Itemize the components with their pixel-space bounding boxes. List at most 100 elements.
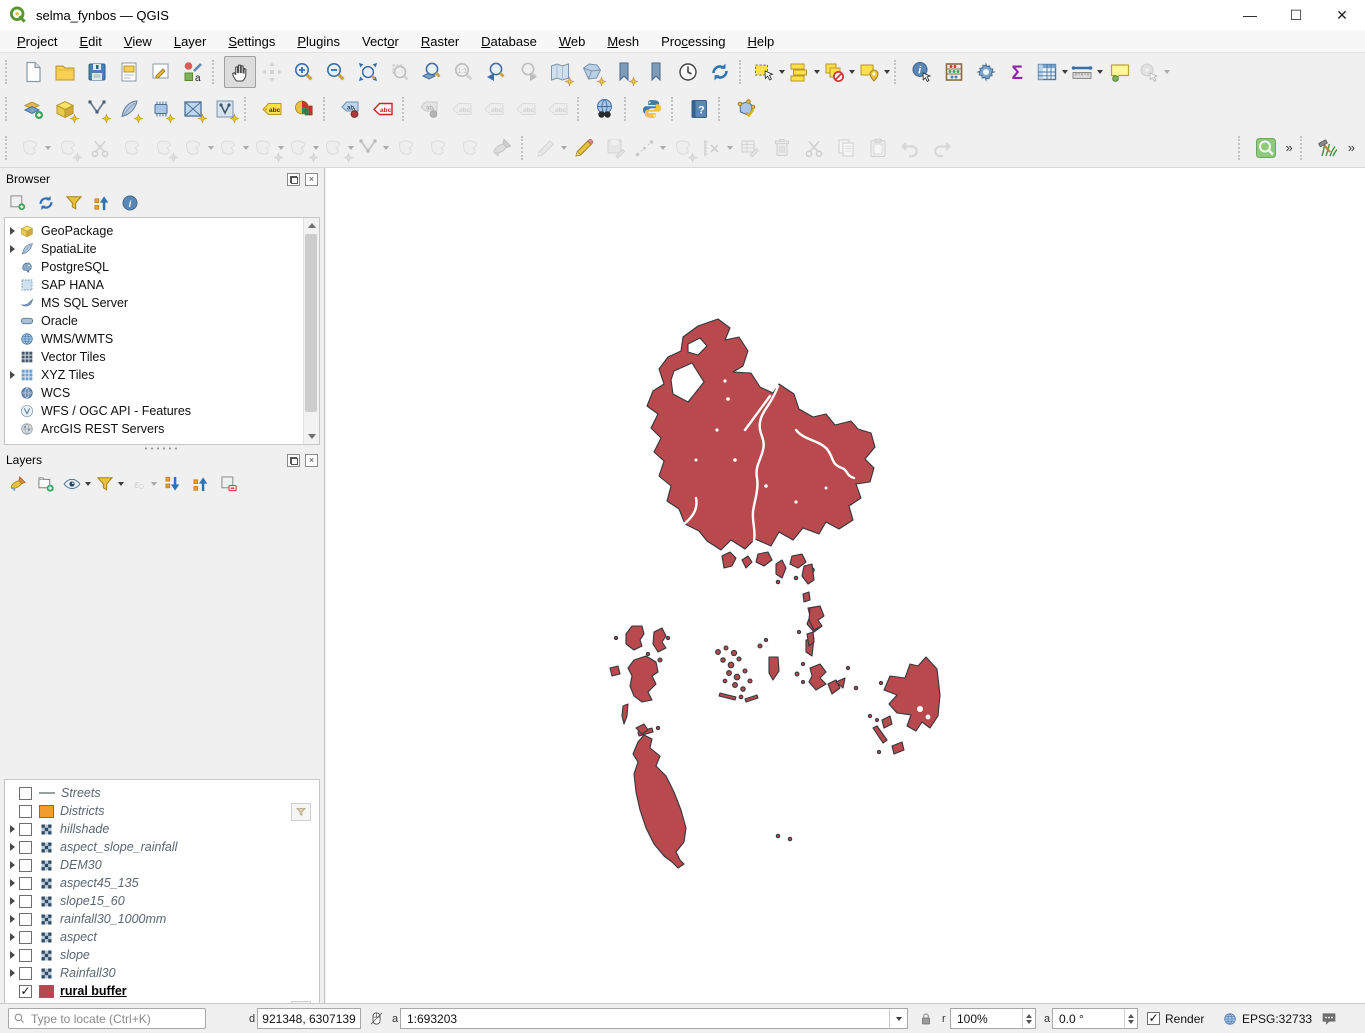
dropdown-arrow-icon[interactable] — [1097, 70, 1103, 74]
browser-item-oracle[interactable]: Oracle — [5, 312, 319, 330]
dropdown-arrow-icon[interactable] — [151, 482, 157, 486]
expand-arrow[interactable] — [5, 843, 19, 851]
expand-arrow[interactable] — [5, 227, 19, 235]
coordinate-box[interactable]: 921348, 6307139 — [257, 1008, 361, 1029]
zoom-last-button[interactable] — [480, 56, 512, 88]
expand-arrow[interactable] — [5, 371, 19, 379]
expand-arrow[interactable] — [5, 933, 19, 941]
toolbar-grip[interactable] — [739, 60, 748, 84]
toolbar-grip[interactable] — [671, 97, 680, 121]
toolbar-grip[interactable] — [521, 136, 530, 160]
python-console-button[interactable] — [636, 93, 668, 125]
toolbar-extension-button[interactable]: » — [1344, 140, 1359, 155]
properties-widget-button[interactable] — [118, 191, 142, 215]
toolbar-grip[interactable] — [894, 60, 903, 84]
expand-arrow[interactable] — [5, 245, 19, 253]
menu-edit[interactable]: Edit — [68, 32, 112, 51]
open-project-button[interactable] — [49, 56, 81, 88]
toolbar-grip[interactable] — [1238, 136, 1247, 160]
dropdown-arrow-icon[interactable] — [383, 146, 389, 150]
dropdown-arrow-icon[interactable] — [243, 146, 249, 150]
layer-visibility-checkbox[interactable] — [19, 823, 32, 836]
magnifier-spinbox[interactable]: 100% — [950, 1008, 1036, 1029]
layer-row-rainfall30[interactable]: Rainfall30 — [5, 964, 319, 982]
temporal-controller-button[interactable] — [672, 56, 704, 88]
menu-raster[interactable]: Raster — [410, 32, 470, 51]
browser-item-xyz-tiles[interactable]: XYZ Tiles — [5, 366, 319, 384]
show-spatial-bookmarks-button[interactable] — [640, 56, 672, 88]
layer-visibility-checkbox[interactable] — [19, 913, 32, 926]
scroll-down-button[interactable] — [304, 429, 319, 444]
toolbar-grip[interactable] — [244, 97, 253, 121]
browser-item-sap-hana[interactable]: SAP HANA — [5, 276, 319, 294]
browser-close-button[interactable]: × — [305, 173, 318, 186]
browser-scrollbar[interactable] — [303, 218, 319, 444]
browser-item-wms-wmts[interactable]: WMS/WMTS — [5, 330, 319, 348]
dropdown-arrow-icon[interactable] — [727, 146, 733, 150]
toolbar-grip[interactable] — [1300, 136, 1309, 160]
close-button[interactable]: ✕ — [1319, 0, 1365, 30]
menu-help[interactable]: Help — [736, 32, 785, 51]
scale-combobox[interactable]: 1:693203 — [400, 1008, 908, 1029]
add-group-button[interactable] — [34, 472, 58, 496]
rotation-spinner[interactable] — [1124, 1009, 1137, 1028]
processing-toolbox-button[interactable] — [970, 56, 1002, 88]
toolbar-grip[interactable] — [323, 97, 332, 121]
browser-item-arcgis-rest-servers[interactable]: ArcGIS REST Servers — [5, 420, 319, 438]
open-layer-styling-button[interactable] — [6, 472, 30, 496]
data-source-manager-button[interactable] — [17, 93, 49, 125]
toolbar-grip[interactable] — [5, 136, 14, 160]
browser-float-button[interactable] — [287, 173, 300, 186]
map-tips-button[interactable] — [1104, 56, 1136, 88]
new-spatialite-layer-button[interactable] — [113, 93, 145, 125]
menu-settings[interactable]: Settings — [217, 32, 286, 51]
remove-layer-group-button[interactable] — [217, 472, 241, 496]
zoom-out-button[interactable] — [320, 56, 352, 88]
deselect-features-button[interactable] — [821, 56, 856, 88]
dropdown-arrow-icon[interactable] — [561, 146, 567, 150]
add-selected-layers-button[interactable] — [6, 191, 30, 215]
browser-item-postgresql[interactable]: PostgreSQL — [5, 258, 319, 276]
layer-row-aspect45-135[interactable]: aspect45_135 — [5, 874, 319, 892]
toolbar-grip[interactable] — [5, 60, 14, 84]
toolbar-grip[interactable] — [402, 97, 411, 121]
dropdown-arrow-icon[interactable] — [1164, 70, 1170, 74]
layer-visibility-checkbox[interactable] — [19, 805, 32, 818]
browser-item-geopackage[interactable]: GeoPackage — [5, 222, 319, 240]
dropdown-arrow-icon[interactable] — [814, 70, 820, 74]
messages-button[interactable] — [1320, 1008, 1340, 1029]
dropdown-arrow-icon[interactable] — [849, 70, 855, 74]
menu-vector[interactable]: Vector — [351, 32, 410, 51]
zoom-to-layer-button[interactable] — [416, 56, 448, 88]
new-print-layout-button[interactable] — [113, 56, 145, 88]
show-layout-manager-button[interactable] — [145, 56, 177, 88]
browser-item-spatialite[interactable]: SpatiaLite — [5, 240, 319, 258]
browser-item-ms-sql-server[interactable]: MS SQL Server — [5, 294, 319, 312]
toolbar-grip[interactable] — [5, 97, 14, 121]
layer-row-aspect-slope-rainfall[interactable]: aspect_slope_rainfall — [5, 838, 319, 856]
layer-row-aspect[interactable]: aspect — [5, 928, 319, 946]
select-by-location-button[interactable] — [856, 56, 891, 88]
scroll-up-button[interactable] — [304, 218, 319, 233]
select-features-button[interactable] — [751, 56, 786, 88]
map-canvas[interactable] — [326, 168, 1365, 1003]
browser-item-wcs[interactable]: WCS — [5, 384, 319, 402]
menu-web[interactable]: Web — [548, 32, 597, 51]
highlight-pinned-labels-button[interactable] — [367, 93, 399, 125]
render-checkbox[interactable]: ✓ — [1147, 1012, 1160, 1025]
select-features-by-value-button[interactable] — [786, 56, 821, 88]
layer-visibility-checkbox[interactable] — [19, 949, 32, 962]
dropdown-arrow-icon[interactable] — [313, 146, 319, 150]
render-toggle[interactable]: ✓ Render — [1147, 1008, 1204, 1029]
expand-arrow[interactable] — [5, 861, 19, 869]
expand-arrow[interactable] — [5, 969, 19, 977]
browser-item-vector-tiles[interactable]: Vector Tiles — [5, 348, 319, 366]
save-project-button[interactable] — [81, 56, 113, 88]
layer-row-slope15-60[interactable]: slope15_60 — [5, 892, 319, 910]
toolbar-grip[interactable] — [212, 60, 221, 84]
grass-tools-button[interactable] — [1312, 132, 1344, 164]
dropdown-arrow-icon[interactable] — [884, 70, 890, 74]
layer-row-districts[interactable]: Districts — [5, 802, 319, 820]
layer-visibility-checkbox[interactable]: ✓ — [19, 985, 32, 998]
scrollbar-thumb[interactable] — [305, 234, 317, 412]
